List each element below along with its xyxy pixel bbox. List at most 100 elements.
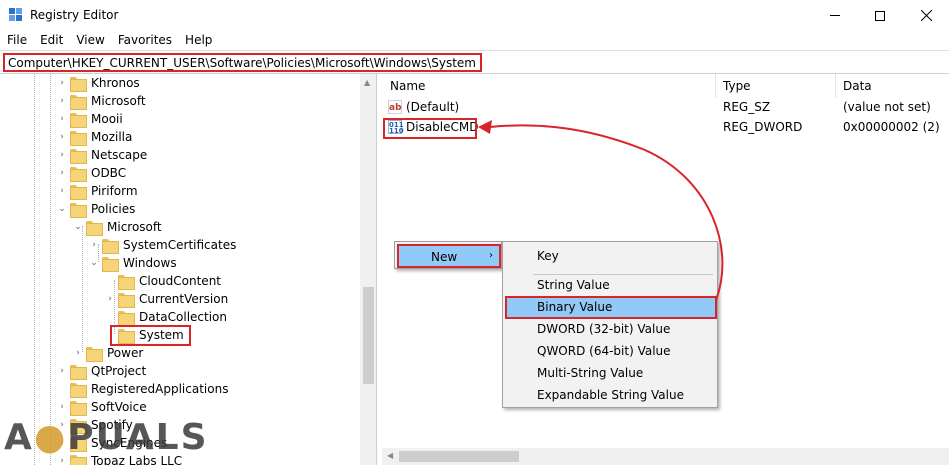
value-name: (Default) [406, 100, 460, 114]
disablecmd-highlight [383, 118, 477, 139]
folder-icon [70, 364, 87, 380]
window-title: Registry Editor [30, 8, 119, 22]
folder-icon [118, 310, 135, 326]
tree-node[interactable]: ⌄ Policies [56, 200, 137, 218]
tree-node-label: CurrentVersion [139, 292, 229, 306]
column-header-name[interactable]: Name [390, 79, 425, 93]
folder-icon [86, 220, 103, 236]
scroll-up-icon[interactable]: ▲ [364, 78, 370, 87]
tree-node[interactable]: › Microsoft [56, 92, 148, 110]
expand-closed-icon[interactable]: › [56, 186, 68, 196]
tree-guide-line [50, 74, 51, 465]
tree-node[interactable]: › CurrentVersion [104, 290, 230, 308]
new-submenu: Key String Value Binary Value DWORD (32-… [502, 241, 718, 408]
tree-node[interactable]: › Piriform [56, 182, 140, 200]
expand-closed-icon[interactable]: › [56, 114, 68, 124]
menu-file[interactable]: File [0, 31, 33, 50]
expand-closed-icon[interactable]: › [56, 78, 68, 88]
tree-guide-line [34, 74, 35, 465]
tree-node[interactable]: › Mooii [56, 110, 125, 128]
tree-node[interactable]: CloudContent [104, 272, 223, 290]
menu-item-label: Expandable String Value [537, 388, 684, 402]
menu-item-label: String Value [537, 278, 610, 292]
watermark-logo: A●PUALS [4, 417, 209, 458]
menu-item-dword-value[interactable]: DWORD (32-bit) Value [505, 318, 717, 340]
expand-closed-icon[interactable]: › [104, 294, 116, 304]
expand-closed-icon[interactable]: › [56, 150, 68, 160]
minimize-button[interactable] [812, 0, 858, 31]
menu-item-new[interactable]: New › [397, 244, 501, 268]
folder-icon [86, 346, 103, 362]
tree-node[interactable]: ⌄ Microsoft [72, 218, 164, 236]
expand-closed-icon[interactable]: › [56, 132, 68, 142]
tree-node-label: RegisteredApplications [91, 382, 229, 396]
list-horizontal-scrollbar[interactable]: ◀ [382, 448, 949, 465]
tree-node-label: SoftVoice [91, 400, 147, 414]
tree-scroll-thumb[interactable] [363, 287, 374, 384]
tree-node[interactable]: › QtProject [56, 362, 148, 380]
folder-icon [70, 382, 87, 398]
address-path[interactable]: Computer\HKEY_CURRENT_USER\Software\Poli… [3, 53, 482, 72]
selected-key-highlight [110, 325, 191, 346]
tree-node-label: QtProject [91, 364, 147, 378]
expand-closed-icon[interactable]: › [72, 348, 84, 358]
tree-vertical-scrollbar[interactable]: ▲ [360, 74, 376, 465]
expand-closed-icon[interactable]: › [56, 402, 68, 412]
folder-icon [70, 130, 87, 146]
menu-edit[interactable]: Edit [33, 31, 69, 50]
folder-icon [70, 148, 87, 164]
expand-closed-icon[interactable]: › [88, 240, 100, 250]
folder-icon [70, 76, 87, 92]
folder-icon [118, 274, 135, 290]
tree-node-label: Mooii [91, 112, 123, 126]
folder-icon [70, 112, 87, 128]
menu-item-qword-value[interactable]: QWORD (64-bit) Value [505, 340, 717, 362]
tree-node[interactable]: › Power [72, 344, 145, 362]
menu-help[interactable]: Help [178, 31, 218, 50]
maximize-icon [875, 10, 885, 21]
expand-open-icon[interactable]: ⌄ [72, 222, 84, 232]
column-header-type[interactable]: Type [723, 79, 751, 93]
menu-item-binary-value[interactable]: Binary Value [505, 296, 717, 319]
menu-favorites[interactable]: Favorites [111, 31, 178, 50]
tree-node-label: ODBC [91, 166, 127, 180]
tree-node-label: Khronos [91, 76, 140, 90]
tree-node-label: CloudContent [139, 274, 222, 288]
tree-node-label: Policies [91, 202, 136, 216]
tree-node[interactable]: › Netscape [56, 146, 149, 164]
close-button[interactable] [903, 0, 949, 31]
folder-icon [102, 256, 119, 272]
tree-node[interactable]: › SoftVoice [56, 398, 149, 416]
menu-item-label: Multi-String Value [537, 366, 644, 380]
list-scroll-thumb[interactable] [399, 451, 519, 462]
value-row[interactable]: ab (Default) REG_SZ (value not set) [382, 98, 949, 116]
tree-node[interactable]: RegisteredApplications [56, 380, 230, 398]
expand-open-icon[interactable]: ⌄ [56, 204, 68, 214]
tree-node-label: SystemCertificates [123, 238, 237, 252]
column-separator[interactable] [715, 74, 716, 98]
menu-item-multi-string-value[interactable]: Multi-String Value [505, 362, 717, 384]
expand-open-icon[interactable]: ⌄ [88, 258, 100, 268]
folder-icon [70, 202, 87, 218]
menu-item-string-value[interactable]: String Value [505, 274, 717, 296]
tree-node[interactable]: › SystemCertificates [88, 236, 238, 254]
expand-closed-icon[interactable]: › [56, 366, 68, 376]
menu-item-label: New [431, 250, 458, 264]
menu-item-key[interactable]: Key [505, 245, 717, 267]
value-type: REG_SZ [723, 100, 771, 114]
menu-view[interactable]: View [69, 31, 110, 50]
tree-node[interactable]: DataCollection [104, 308, 229, 326]
menu-item-expandable-string-value[interactable]: Expandable String Value [505, 384, 717, 406]
submenu-arrow-icon: › [489, 250, 493, 261]
address-bar[interactable]: Computer\HKEY_CURRENT_USER\Software\Poli… [0, 50, 949, 74]
tree-node[interactable]: ⌄ Windows [88, 254, 179, 272]
scroll-left-icon[interactable]: ◀ [387, 451, 393, 460]
column-separator[interactable] [835, 74, 836, 98]
tree-node[interactable]: › Khronos [56, 74, 142, 92]
tree-node[interactable]: › Mozilla [56, 128, 134, 146]
expand-closed-icon[interactable]: › [56, 96, 68, 106]
maximize-button[interactable] [857, 0, 903, 31]
column-header-data[interactable]: Data [843, 79, 872, 93]
tree-node[interactable]: › ODBC [56, 164, 128, 182]
expand-closed-icon[interactable]: › [56, 168, 68, 178]
